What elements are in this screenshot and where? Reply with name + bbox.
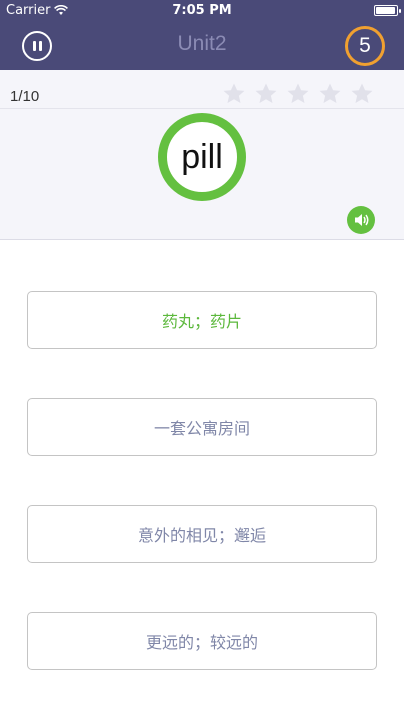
answer-option-label: 药丸；药片 xyxy=(161,312,242,331)
timer-value: 5 xyxy=(359,34,371,57)
answer-option-2[interactable]: 一套公寓房间 xyxy=(27,398,377,456)
word-badge: pill xyxy=(158,113,246,201)
unit-title: Unit2 xyxy=(177,32,227,55)
word-card: 1/10 pill xyxy=(0,70,404,240)
nav-bar: Unit2 5 xyxy=(0,22,404,70)
star-rating xyxy=(222,82,374,106)
answer-option-3[interactable]: 意外的相见；邂逅 xyxy=(27,505,377,563)
status-bar: Carrier 7:05 PM xyxy=(0,0,404,22)
answer-option-1[interactable]: 药丸；药片 xyxy=(27,291,377,349)
star-icon xyxy=(287,83,309,103)
answer-option-4[interactable]: 更远的；较远的 xyxy=(27,612,377,670)
quiz-word: pill xyxy=(181,137,223,176)
question-progress: 1/10 xyxy=(10,88,40,105)
answer-option-label: 意外的相见；邂逅 xyxy=(137,526,266,545)
star-icon xyxy=(319,83,341,103)
star-icon xyxy=(351,83,373,103)
speaker-button[interactable] xyxy=(347,206,375,234)
star-icon xyxy=(223,83,245,103)
speaker-icon xyxy=(355,214,369,226)
battery-icon xyxy=(374,5,401,16)
status-time: 7:05 PM xyxy=(172,3,232,18)
answer-option-label: 更远的；较远的 xyxy=(145,633,258,652)
answer-option-label: 一套公寓房间 xyxy=(153,419,250,438)
star-icon xyxy=(255,83,277,103)
countdown-timer: 5 xyxy=(345,26,385,66)
card-divider xyxy=(0,108,404,109)
